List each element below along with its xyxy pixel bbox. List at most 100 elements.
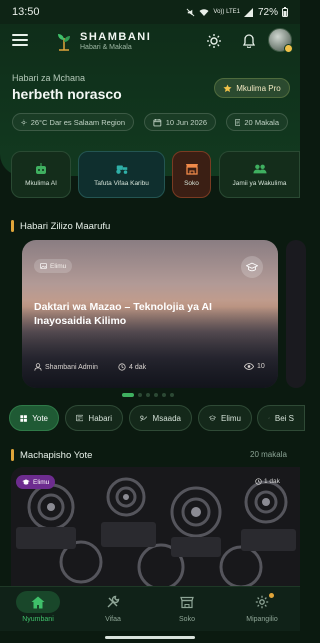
battery-level: 72%	[257, 6, 278, 18]
section-accent-bar	[11, 449, 14, 461]
carousel-pagination[interactable]	[122, 393, 174, 397]
posts-section-title: Machapisho Yote	[11, 449, 92, 461]
graduation-icon	[209, 415, 216, 421]
section-accent-bar	[11, 220, 14, 232]
post-time-text: 1 dak	[264, 478, 280, 485]
document-icon	[235, 118, 241, 126]
quick-action-label: Mkulima AI	[25, 179, 57, 187]
app-name: SHAMBANI	[80, 31, 152, 43]
carousel-dot[interactable]	[154, 393, 158, 397]
filter-chip-habari[interactable]: Habari	[65, 405, 123, 431]
filter-label: Msaada	[152, 413, 181, 423]
sun-icon	[21, 119, 27, 125]
quick-action-jamii[interactable]: Jamii ya Wakulima	[219, 151, 300, 198]
quick-action-tafuta-vifaa[interactable]: Tafuta Vifaa Karibu	[78, 151, 165, 198]
brand: SHAMBANI Habari & Makala	[56, 30, 151, 52]
next-featured-card[interactable]	[286, 240, 306, 388]
filter-chip-elimu[interactable]: Elimu	[198, 405, 252, 431]
date-text: 10 Jun 2026	[165, 117, 207, 127]
quick-action-label: Jamii ya Wakulima	[232, 179, 287, 187]
menu-icon[interactable]	[12, 34, 28, 46]
signal-icon	[243, 7, 253, 17]
clock-icon	[118, 363, 126, 371]
notifications-bell-icon[interactable]	[239, 31, 259, 51]
greeting-text: Habari za Mchana	[12, 73, 86, 83]
nav-label: Mipangilio	[246, 616, 278, 623]
avatar-status-dot	[284, 44, 293, 53]
carousel-dot[interactable]	[162, 393, 166, 397]
bottom-navigation: Nyumbani Vifaa Soko Mipangilio	[0, 586, 300, 631]
quick-action-soko[interactable]: Soko	[172, 151, 211, 198]
clock-icon	[255, 478, 262, 485]
featured-category-badge: Elimu	[34, 259, 73, 273]
featured-section-label: Habari Zilizo Maarufu	[20, 220, 111, 232]
system-home-indicator[interactable]	[105, 636, 195, 639]
news-icon	[76, 414, 84, 422]
weather-chip: 26°C Dar es Salaam Region	[12, 113, 134, 131]
post-image	[11, 467, 300, 587]
filter-chip-bei[interactable]: Bei S	[257, 405, 305, 431]
featured-views: 10	[244, 363, 265, 370]
filter-label: Bei S	[274, 413, 294, 423]
filter-chip-msaada[interactable]: Msaada	[129, 405, 192, 431]
carousel-dot[interactable]	[138, 393, 142, 397]
filter-label: Yote	[32, 413, 48, 423]
nav-label: Soko	[179, 616, 195, 623]
grid-icon	[20, 414, 27, 422]
theme-toggle-sun-icon[interactable]	[204, 31, 224, 51]
carousel-dot[interactable]	[122, 393, 134, 397]
mkulima-pro-label: Mkulima Pro	[236, 83, 281, 93]
mkulima-pro-button[interactable]: Mkulima Pro	[214, 78, 290, 98]
eye-icon	[244, 363, 254, 370]
calendar-icon	[153, 118, 162, 126]
post-category-badge: Elimu	[16, 475, 56, 489]
featured-title[interactable]: Daktari wa Mazao – Teknolojia ya AI Inay…	[34, 300, 254, 328]
mute-icon	[186, 8, 195, 16]
quick-action-label: Tafuta Vifaa Karibu	[94, 179, 149, 187]
settings-icon	[240, 591, 284, 613]
tractor-icon	[115, 165, 127, 174]
articles-count-text: 20 Makala	[244, 117, 279, 127]
nav-vifaa[interactable]: Vifaa	[83, 591, 143, 623]
date-chip: 10 Jun 2026	[144, 113, 216, 131]
nav-mipangilio[interactable]: Mipangilio	[232, 591, 292, 623]
app-tagline: Habari & Makala	[80, 44, 132, 51]
store-icon	[165, 591, 209, 613]
post-category-label: Elimu	[33, 478, 50, 486]
post-card[interactable]	[11, 467, 300, 587]
posts-count: 20 makala	[250, 450, 287, 459]
user-name: herbeth norasco	[12, 86, 122, 102]
nav-nyumbani[interactable]: Nyumbani	[8, 591, 68, 623]
community-icon	[252, 164, 267, 173]
home-icon	[16, 591, 60, 613]
settings-notification-dot	[269, 593, 274, 598]
wifi-icon	[199, 8, 209, 16]
posts-section-label: Machapisho Yote	[20, 449, 93, 461]
featured-section-title: Habari Zilizo Maarufu	[11, 220, 110, 232]
filter-chip-yote[interactable]: Yote	[9, 405, 59, 431]
featured-author: Shambani Admin	[34, 363, 98, 371]
featured-read-time: 4 dak	[118, 363, 146, 371]
status-time: 13:50	[12, 6, 40, 18]
filter-label: Elimu	[220, 413, 241, 423]
top-app-bar: SHAMBANI Habari & Makala	[0, 28, 300, 56]
star-icon	[223, 83, 232, 92]
robot-icon	[36, 162, 46, 174]
graduation-icon	[22, 479, 30, 485]
articles-count-chip: 20 Makala	[226, 113, 288, 131]
battery-icon	[282, 7, 288, 17]
nav-label: Vifaa	[105, 616, 121, 623]
status-icons: Vo)) LTE1 72%	[186, 7, 288, 18]
quick-action-mkulima-ai[interactable]: Mkulima AI	[11, 151, 71, 198]
help-icon	[140, 415, 148, 421]
quick-action-label: Soko	[184, 179, 199, 187]
store-icon	[185, 163, 198, 175]
user-icon	[34, 363, 42, 371]
post-time: 1 dak	[255, 478, 280, 485]
nav-soko[interactable]: Soko	[157, 591, 217, 623]
carousel-dot[interactable]	[146, 393, 150, 397]
network-label: Vo)) LTE1	[213, 9, 240, 15]
avatar[interactable]	[268, 28, 293, 53]
carousel-dot[interactable]	[170, 393, 174, 397]
tools-icon	[91, 591, 135, 613]
